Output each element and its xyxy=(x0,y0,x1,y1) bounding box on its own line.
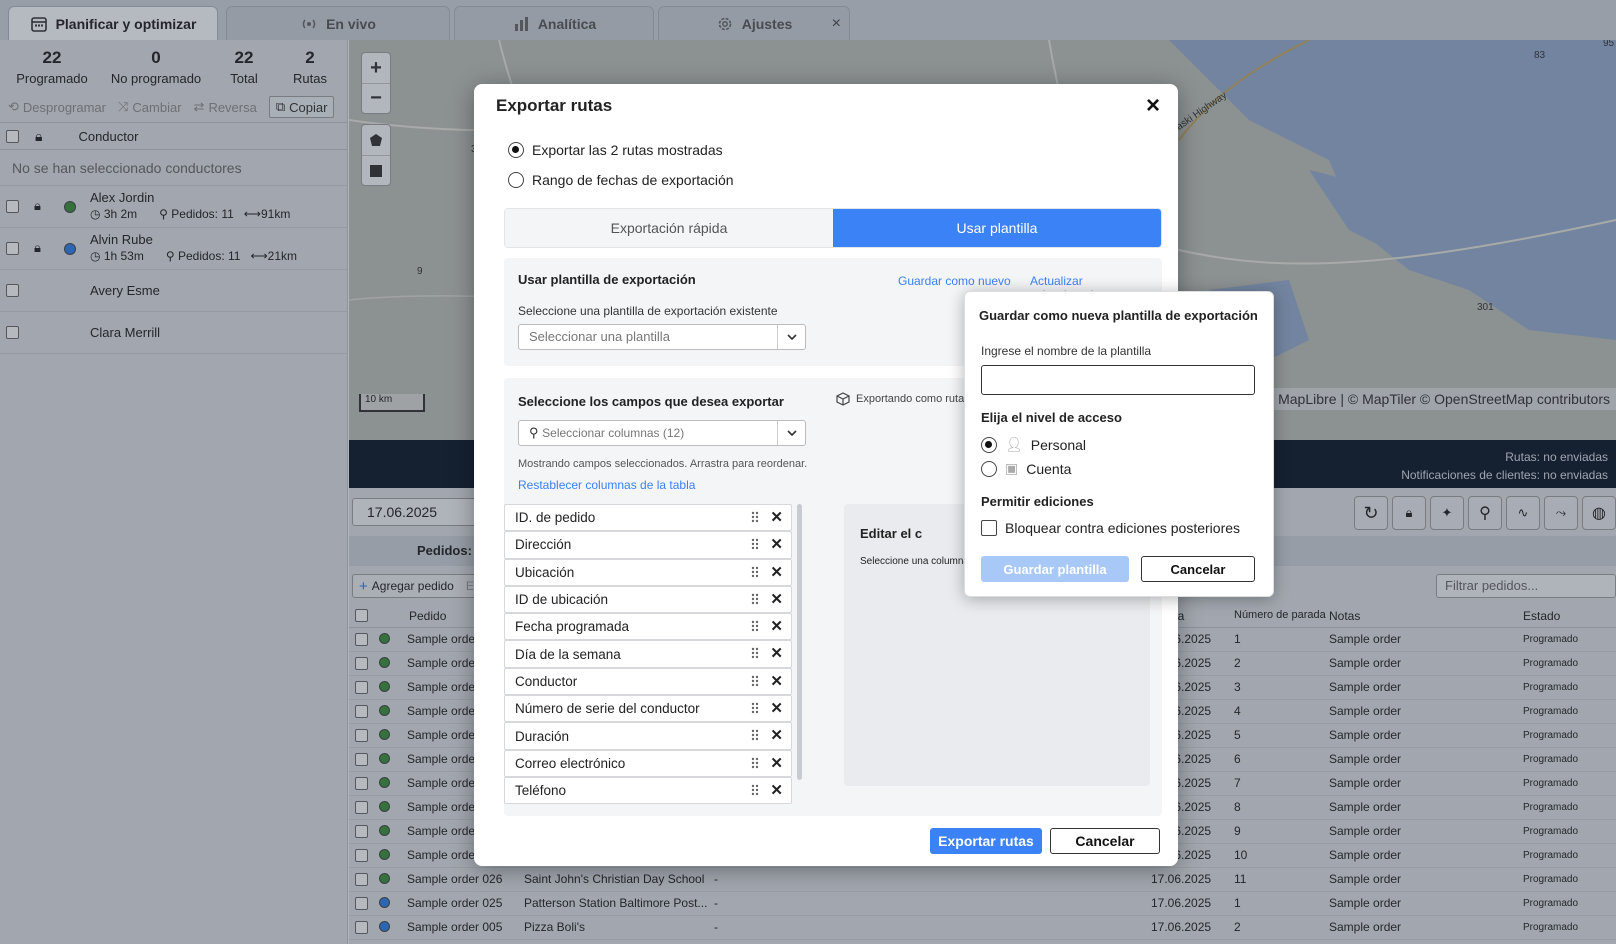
select-template-label: Seleccione una plantilla de exportación … xyxy=(518,304,778,318)
export-field-item[interactable]: Número de serie del conductor ✕ xyxy=(504,695,792,723)
drag-handle-icon[interactable] xyxy=(751,784,759,799)
export-field-item[interactable]: Duración ✕ xyxy=(504,722,792,750)
export-field-item[interactable]: Dirección ✕ xyxy=(504,531,792,559)
field-label: ID de ubicación xyxy=(515,592,609,608)
columns-select[interactable]: ⚲ Seleccionar columnas (12) xyxy=(518,420,806,446)
export-range-option[interactable]: Rango de fechas de exportación xyxy=(508,172,734,188)
field-label: Fecha programada xyxy=(515,619,630,635)
drag-handle-icon[interactable] xyxy=(751,566,759,581)
popover-cancel-button[interactable]: Cancelar xyxy=(1141,556,1255,582)
field-label: Día de la semana xyxy=(515,646,621,662)
export-field-item[interactable]: ID. de pedido ✕ xyxy=(504,504,792,532)
field-list-scrollbar[interactable] xyxy=(797,504,802,780)
chevron-down-icon xyxy=(777,421,805,445)
export-field-item[interactable]: Ubicación ✕ xyxy=(504,558,792,586)
export-field-item[interactable]: Fecha programada ✕ xyxy=(504,613,792,641)
lock-edits-checkbox[interactable] xyxy=(981,520,997,536)
drag-handle-icon[interactable] xyxy=(751,675,759,690)
remove-field-icon[interactable]: ✕ xyxy=(770,563,783,581)
drag-handle-icon[interactable] xyxy=(751,702,759,717)
drag-handle-icon[interactable] xyxy=(751,593,759,608)
export-routes-button[interactable]: Exportar rutas xyxy=(930,828,1042,854)
radio-unselected[interactable] xyxy=(508,172,524,188)
remove-field-icon[interactable]: ✕ xyxy=(770,754,783,772)
export-shown-option[interactable]: Exportar las 2 rutas mostradas xyxy=(508,142,723,158)
radio-unselected[interactable] xyxy=(981,460,997,477)
template-name-input[interactable] xyxy=(981,365,1255,395)
drag-handle-icon[interactable] xyxy=(751,538,759,553)
export-field-list: ID. de pedido ✕ Dirección ✕ Ubicación ✕ ID de … xyxy=(504,504,792,810)
remove-field-icon[interactable]: ✕ xyxy=(770,535,783,553)
export-field-item[interactable]: Día de la semana ✕ xyxy=(504,640,792,668)
access-personal-option[interactable]: 👤︎ Personal xyxy=(981,436,1086,453)
field-label: Correo electrónico xyxy=(515,755,626,771)
save-template-button[interactable]: Guardar plantilla xyxy=(981,556,1129,582)
export-field-item[interactable]: Correo electrónico ✕ xyxy=(504,749,792,777)
remove-field-icon[interactable]: ✕ xyxy=(770,508,783,526)
account-icon: ▣ xyxy=(1005,460,1019,476)
field-label: Duración xyxy=(515,728,570,744)
use-template-tab[interactable]: Usar plantilla xyxy=(833,209,1161,247)
save-template-popover: Guardar como nueva plantilla de exportac… xyxy=(964,291,1274,597)
drag-handle-icon[interactable] xyxy=(751,647,759,662)
access-level-label: Elija el nivel de acceso xyxy=(981,410,1122,425)
chevron-down-icon xyxy=(777,325,805,349)
drag-handle-icon[interactable] xyxy=(751,729,759,744)
remove-field-icon[interactable]: ✕ xyxy=(770,590,783,608)
popover-title: Guardar como nueva plantilla de exportac… xyxy=(979,308,1258,323)
export-field-item[interactable]: ID de ubicación ✕ xyxy=(504,585,792,614)
template-name-label: Ingrese el nombre de la plantilla xyxy=(981,344,1152,358)
export-mode-indicator: Exportando como ruta xyxy=(836,392,964,406)
lock-edits-option[interactable]: Bloquear contra ediciones posteriores xyxy=(981,520,1240,536)
dialog-title: Exportar rutas xyxy=(496,96,613,115)
field-label: Conductor xyxy=(515,673,578,689)
template-select[interactable]: Seleccionar una plantilla xyxy=(518,324,806,350)
export-field-item[interactable]: Conductor ✕ xyxy=(504,667,792,696)
radio-selected[interactable] xyxy=(981,436,997,453)
remove-field-icon[interactable]: ✕ xyxy=(770,644,783,662)
fields-panel-title: Seleccione los campos que desea exportar xyxy=(518,394,784,409)
radio-selected[interactable] xyxy=(508,142,524,158)
drag-handle-icon[interactable] xyxy=(751,511,759,526)
save-as-new-link[interactable]: Guardar como nuevo xyxy=(898,274,1011,288)
remove-field-icon[interactable]: ✕ xyxy=(770,781,783,799)
drag-handle-icon[interactable] xyxy=(751,757,759,772)
export-field-item[interactable]: Teléfono ✕ xyxy=(504,776,792,805)
remove-field-icon[interactable]: ✕ xyxy=(770,617,783,635)
field-label: ID. de pedido xyxy=(515,510,596,526)
access-account-option[interactable]: ▣ Cuenta xyxy=(981,460,1071,477)
export-mode-toggle: Exportación rápida Usar plantilla xyxy=(504,208,1162,248)
allow-edits-label: Permitir ediciones xyxy=(981,494,1094,509)
quick-export-tab[interactable]: Exportación rápida xyxy=(505,209,833,247)
field-label: Dirección xyxy=(515,537,572,553)
box-icon xyxy=(836,392,850,406)
template-panel-title: Usar plantilla de exportación xyxy=(518,272,696,287)
drag-handle-icon[interactable] xyxy=(751,620,759,635)
cancel-button[interactable]: Cancelar xyxy=(1050,828,1160,854)
user-icon: 👤︎ xyxy=(1005,436,1023,452)
field-label: Número de serie del conductor xyxy=(515,701,700,717)
edit-column-title: Editar el c xyxy=(860,526,923,541)
field-label: Ubicación xyxy=(515,564,575,580)
close-icon[interactable]: × xyxy=(1146,92,1160,120)
search-icon: ⚲ xyxy=(529,425,539,440)
remove-field-icon[interactable]: ✕ xyxy=(770,726,783,744)
field-label: Teléfono xyxy=(515,783,567,799)
fields-hint: Mostrando campos seleccionados. Arrastra… xyxy=(518,458,808,470)
remove-field-icon[interactable]: ✕ xyxy=(770,699,783,717)
remove-field-icon[interactable]: ✕ xyxy=(770,672,783,690)
reset-columns-link[interactable]: Restablecer columnas de la tabla xyxy=(518,478,695,492)
